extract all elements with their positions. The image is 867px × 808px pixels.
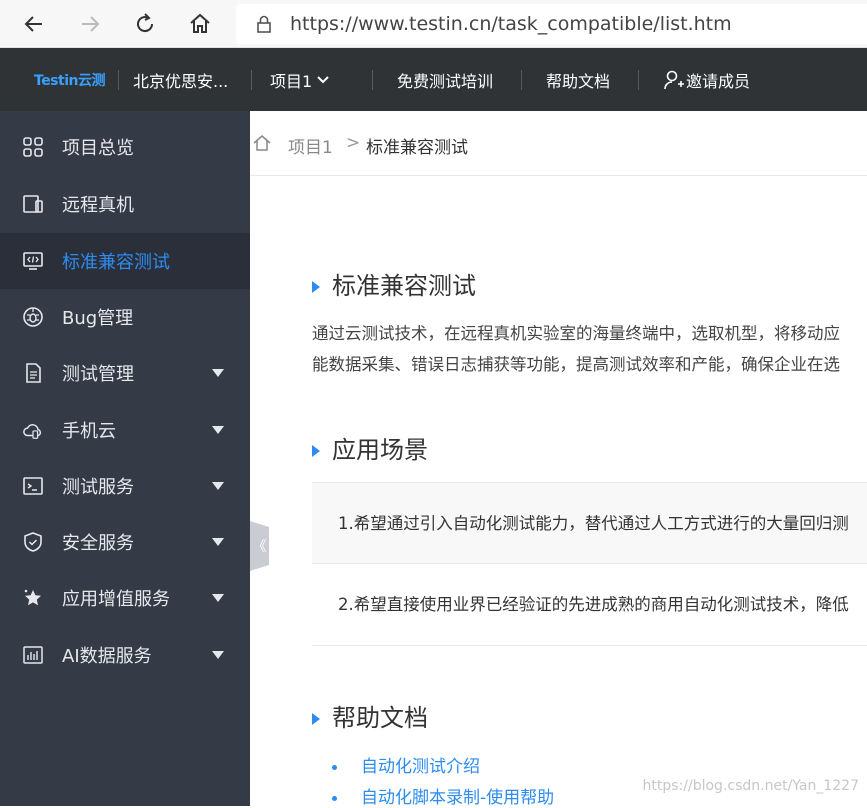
add-user-icon xyxy=(664,70,684,90)
device-icon xyxy=(22,193,44,215)
sidebar-item-phone-cloud[interactable]: 手机云 xyxy=(0,402,250,458)
sidebar-item-security[interactable]: 安全服务 xyxy=(0,514,250,570)
sidebar-collapse-toggle[interactable]: 《 xyxy=(250,521,269,571)
breadcrumb-current: 标准兼容测试 xyxy=(366,138,468,158)
sidebar-item-label: 手机云 xyxy=(62,421,116,442)
arrow-left-icon xyxy=(24,16,42,32)
breadcrumb-separator: > xyxy=(346,133,361,153)
triangle-right-icon xyxy=(312,445,320,457)
project-dropdown-label: 项目1 xyxy=(270,72,313,91)
project-dropdown[interactable]: 项目1 xyxy=(270,68,330,92)
intro-description: 通过云测试技术，在远程真机实验室的海量终端中，选取机型，将移动应 能数据采集、错… xyxy=(312,318,867,380)
refresh-icon xyxy=(137,13,154,33)
address-bar[interactable] xyxy=(236,4,867,44)
terminal-icon xyxy=(22,475,44,497)
double-chevron-left-icon: 《 xyxy=(252,539,267,555)
nav-help-link[interactable]: 帮助文档 xyxy=(546,68,610,92)
scenario-text: 2.希望直接使用业界已经验证的先进成熟的商用自动化测试技术，降低 xyxy=(338,595,849,614)
nav-divider xyxy=(372,70,373,90)
nav-divider xyxy=(118,70,119,90)
section-title-scenarios: 应用场景 xyxy=(312,430,428,465)
triangle-right-icon xyxy=(312,713,320,725)
help-link-script-record[interactable]: 自动化脚本录制-使用帮助 xyxy=(332,783,554,808)
sidebar-item-label: 测试服务 xyxy=(62,477,134,498)
caret-down-icon xyxy=(212,369,224,377)
chevron-down-icon xyxy=(317,76,329,84)
nav-training-label: 免费测试培训 xyxy=(397,72,494,91)
back-button[interactable] xyxy=(18,8,50,40)
grid-icon xyxy=(22,136,44,158)
sidebar-item-overview[interactable]: 项目总览 xyxy=(0,119,250,175)
intro-line: 通过云测试技术，在远程真机实验室的海量终端中，选取机型，将移动应 xyxy=(312,324,840,343)
scenario-item: 1.希望通过引入自动化测试能力，替代通过人工方式进行的大量回归测 xyxy=(312,482,867,564)
cloud-icon xyxy=(22,419,44,441)
caret-down-icon xyxy=(212,426,224,434)
sidebar-item-label: 应用增值服务 xyxy=(62,589,170,610)
caret-down-icon xyxy=(212,482,224,490)
help-link-label: 自动化脚本录制-使用帮助 xyxy=(361,788,555,808)
bug-icon xyxy=(22,306,44,328)
forward-button[interactable] xyxy=(74,8,106,40)
sidebar: 项目总览 远程真机 标准兼容测试 Bug管理 测试管理 手机云 测试服务 安全服… xyxy=(0,111,250,806)
shield-icon xyxy=(22,531,44,553)
sidebar-item-test-manage[interactable]: 测试管理 xyxy=(0,345,250,401)
sidebar-item-remote-device[interactable]: 远程真机 xyxy=(0,176,250,232)
nav-divider xyxy=(251,70,252,90)
section-title-text: 应用场景 xyxy=(332,436,428,464)
section-title-compat: 标准兼容测试 xyxy=(312,266,476,301)
sidebar-item-label: AI数据服务 xyxy=(62,646,152,667)
sidebar-item-label: 测试管理 xyxy=(62,364,134,385)
sidebar-item-compat-test[interactable]: 标准兼容测试 xyxy=(0,233,250,289)
lock-icon xyxy=(257,15,271,33)
sidebar-item-app-value[interactable]: 应用增值服务 xyxy=(0,570,250,626)
scenario-text: 1.希望通过引入自动化测试能力，替代通过人工方式进行的大量回归测 xyxy=(338,514,849,533)
sidebar-item-label: 远程真机 xyxy=(62,195,134,216)
star-icon xyxy=(22,587,44,609)
caret-down-icon xyxy=(212,538,224,546)
section-title-text: 帮助文档 xyxy=(332,704,428,732)
chart-icon xyxy=(22,644,44,666)
section-title-text: 标准兼容测试 xyxy=(332,272,476,300)
sidebar-item-label: 标准兼容测试 xyxy=(62,252,170,273)
nav-divider xyxy=(521,70,522,90)
top-navigation: Testin云测 北京优思安... 项目1 免费测试培训 帮助文档 邀请成员 xyxy=(0,48,867,111)
help-link-label: 自动化测试介绍 xyxy=(361,757,480,777)
sidebar-item-label: 安全服务 xyxy=(62,533,134,554)
sidebar-item-test-service[interactable]: 测试服务 xyxy=(0,458,250,514)
sidebar-item-bug[interactable]: Bug管理 xyxy=(0,289,250,345)
section-title-help: 帮助文档 xyxy=(312,698,428,733)
code-monitor-icon xyxy=(22,250,44,272)
org-name[interactable]: 北京优思安... xyxy=(133,68,228,92)
home-icon xyxy=(190,13,210,33)
caret-down-icon xyxy=(212,651,224,659)
home-icon[interactable] xyxy=(252,133,272,153)
divider xyxy=(312,645,867,646)
refresh-button[interactable] xyxy=(129,8,161,40)
testin-logo[interactable]: Testin云测 xyxy=(34,70,105,90)
caret-down-icon xyxy=(212,594,224,602)
nav-training-link[interactable]: 免费测试培训 xyxy=(397,68,493,92)
org-name-label: 北京优思安... xyxy=(133,72,229,91)
bullet-icon xyxy=(332,795,337,801)
home-button[interactable] xyxy=(184,8,216,40)
triangle-right-icon xyxy=(312,281,320,293)
url-input[interactable] xyxy=(290,8,850,40)
invite-member-button[interactable]: 邀请成员 xyxy=(663,68,750,92)
document-icon xyxy=(22,362,44,384)
sidebar-item-label: 项目总览 xyxy=(62,138,134,159)
sidebar-item-ai-data[interactable]: AI数据服务 xyxy=(0,627,250,683)
invite-member-label: 邀请成员 xyxy=(686,72,751,91)
sidebar-item-label: Bug管理 xyxy=(62,308,134,329)
watermark: https://blog.csdn.net/Yan_1227 xyxy=(642,778,859,794)
help-link-intro[interactable]: 自动化测试介绍 xyxy=(332,752,480,777)
browser-toolbar xyxy=(0,0,867,48)
nav-help-label: 帮助文档 xyxy=(546,72,611,91)
intro-line: 能数据采集、错误日志捕获等功能，提高测试效率和产能，确保企业在选 xyxy=(312,355,840,374)
bullet-icon xyxy=(332,764,337,770)
arrow-right-icon xyxy=(82,16,100,32)
nav-divider xyxy=(638,70,639,90)
breadcrumb-project[interactable]: 项目1 xyxy=(288,133,333,158)
breadcrumb: 项目1 > 标准兼容测试 xyxy=(250,111,867,176)
scenario-item: 2.希望直接使用业界已经验证的先进成熟的商用自动化测试技术，降低 xyxy=(312,563,867,645)
